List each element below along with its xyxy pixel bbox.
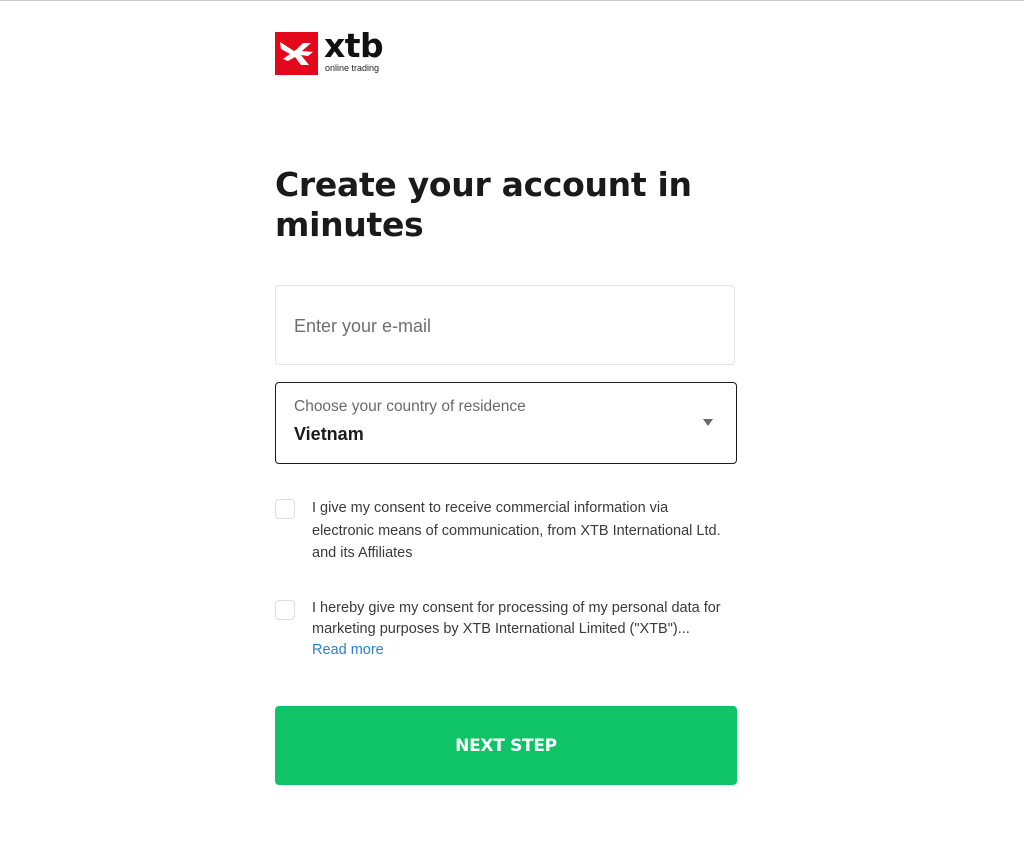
logo-wordmark: xtb xyxy=(324,26,384,65)
xtb-logo: xtb online trading xyxy=(275,26,395,76)
country-select[interactable]: Choose your country of residence Vietnam xyxy=(275,382,737,464)
consent-marketing-text: I hereby give my consent for processing … xyxy=(312,600,721,637)
email-input[interactable] xyxy=(294,310,714,342)
country-select-label: Choose your country of residence xyxy=(294,398,526,415)
email-field[interactable] xyxy=(275,285,735,365)
consent-marketing-checkbox[interactable] xyxy=(275,600,295,620)
consent-commercial-checkbox[interactable] xyxy=(275,499,295,519)
logo-x-mark-icon xyxy=(275,32,318,75)
next-step-button[interactable]: NEXT STEP xyxy=(275,706,737,785)
page-title: Create your account in minutes xyxy=(275,165,692,244)
consent-commercial-text: I give my consent to receive commercial … xyxy=(312,500,721,561)
consent-marketing-block: I hereby give my consent for processing … xyxy=(312,598,732,661)
caret-down-icon xyxy=(703,419,713,426)
logo-tagline: online trading xyxy=(325,63,380,73)
country-select-value: Vietnam xyxy=(294,424,364,444)
read-more-link[interactable]: Read more xyxy=(312,640,732,661)
top-divider xyxy=(0,0,1024,1)
